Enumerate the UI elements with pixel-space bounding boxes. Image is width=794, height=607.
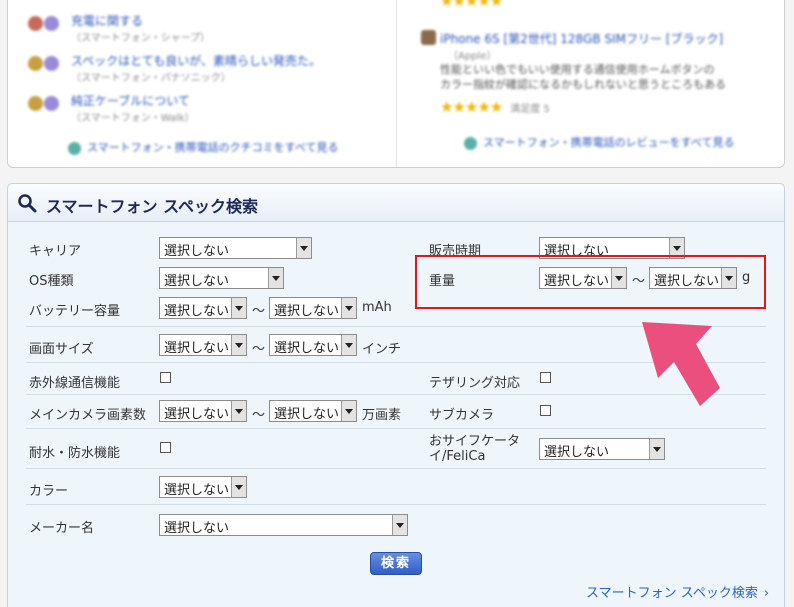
rating-meta: 満足度 5 xyxy=(510,104,550,115)
qa-title[interactable]: 純正ケーブルについて xyxy=(71,92,190,109)
maker-select[interactable]: 選択しない xyxy=(159,514,408,536)
felica-label-line: おサイフケータ xyxy=(429,434,521,449)
main-camera-min-select[interactable]: 選択しない xyxy=(159,400,247,422)
tethering-checkbox[interactable] xyxy=(540,372,551,383)
chevron-down-icon xyxy=(231,298,246,318)
main-camera-max-select[interactable]: 選択しない xyxy=(269,400,357,422)
maker-label: メーカー名 xyxy=(29,521,95,536)
row-divider xyxy=(26,428,766,429)
product-thumbnail[interactable] xyxy=(421,30,436,45)
panel-header: スマートフォン スペック検索 xyxy=(8,184,784,222)
chevron-down-icon xyxy=(649,439,664,459)
color-select-value: 選択しない xyxy=(164,483,230,498)
main-camera-max-value: 選択しない xyxy=(274,407,340,422)
chevron-down-icon xyxy=(231,401,246,421)
main-camera-min-value: 選択しない xyxy=(164,407,230,422)
review-text-line: カラー指紋が確認になるかもしれないと思うところもある xyxy=(440,78,726,91)
search-button[interactable]: 検索 xyxy=(370,552,422,575)
infrared-label: 赤外線通信機能 xyxy=(29,376,121,391)
chevron-down-icon xyxy=(341,335,356,355)
os-select[interactable]: 選択しない xyxy=(159,267,284,289)
review-title[interactable]: iPhone 6S [第2世代] 128GB SIMフリー [ブラック] xyxy=(440,30,723,47)
review-more-label: スマートフォン・携帯電話のレビューをすべて見る xyxy=(483,136,735,149)
battery-unit: mAh xyxy=(362,300,392,315)
felica-label-line: イ/FeliCa xyxy=(429,449,486,464)
qa-sub: （スマートフォン・シャープ） xyxy=(71,33,211,44)
battery-label: バッテリー容量 xyxy=(29,304,121,319)
row-divider xyxy=(26,468,766,469)
chevron-down-icon xyxy=(392,515,407,535)
top-divider xyxy=(396,0,397,167)
screen-max-value: 選択しない xyxy=(274,341,340,356)
battery-tilde: ～ xyxy=(252,304,266,319)
qa-avatar-icon xyxy=(28,96,68,112)
row-divider xyxy=(26,504,766,505)
review-text: 性能といい色でもいい使用する通信使用ホームボタンの カラー指紋が確認になるかもし… xyxy=(440,62,726,92)
waterproof-label: 耐水・防水機能 xyxy=(29,446,121,461)
screen-tilde: ～ xyxy=(252,342,266,357)
sub-camera-label: サブカメラ xyxy=(429,408,495,423)
qa-more-link[interactable]: スマートフォン・携帯電話のクチコミをすべて見る xyxy=(68,139,338,155)
screen-max-select[interactable]: 選択しない xyxy=(269,334,357,356)
stars-top: ★★★★★ xyxy=(440,0,503,10)
tethering-label: テザリング対応 xyxy=(429,376,521,391)
star-icons: ★★★★★ xyxy=(440,98,503,116)
main-camera-unit: 万画素 xyxy=(362,408,402,423)
top-card: 充電に関する （スマートフォン・シャープ） スペックはとても良いが、素晴らしい発… xyxy=(7,0,785,168)
main-camera-tilde: ～ xyxy=(252,408,266,423)
screen-unit: インチ xyxy=(362,342,402,357)
review-meta: （Apple） xyxy=(448,51,497,62)
battery-min-select[interactable]: 選択しない xyxy=(159,297,247,319)
chevron-down-icon xyxy=(296,238,311,258)
felica-label: おサイフケータ イ/FeliCa xyxy=(429,434,520,464)
screen-label: 画面サイズ xyxy=(29,342,94,357)
battery-min-value: 選択しない xyxy=(164,304,230,319)
carrier-select[interactable]: 選択しない xyxy=(159,237,312,259)
qa-avatar-icon xyxy=(28,56,68,72)
weight-highlight-box xyxy=(415,255,766,309)
qa-sub: （スマートフォン・パナソニック） xyxy=(71,73,231,84)
screen-min-value: 選択しない xyxy=(164,341,230,356)
carrier-label: キャリア xyxy=(29,244,82,259)
qa-title[interactable]: 充電に関する xyxy=(71,12,143,29)
chevron-down-icon xyxy=(231,477,246,497)
color-label: カラー xyxy=(29,484,69,499)
chevron-right-icon: › xyxy=(763,586,770,601)
qa-sub: （スマートフォン・Walk） xyxy=(71,113,195,124)
felica-select-value: 選択しない xyxy=(544,445,610,460)
os-label: OS種類 xyxy=(29,274,74,289)
sub-camera-checkbox[interactable] xyxy=(540,405,551,416)
review-more-link[interactable]: スマートフォン・携帯電話のレビューをすべて見る xyxy=(464,134,734,150)
page: 充電に関する （スマートフォン・シャープ） スペックはとても良いが、素晴らしい発… xyxy=(0,0,794,607)
chevron-down-icon xyxy=(341,401,356,421)
felica-select[interactable]: 選択しない xyxy=(539,438,665,460)
arrow-circle-icon xyxy=(464,136,477,150)
screen-min-select[interactable]: 選択しない xyxy=(159,334,247,356)
qa-avatar-icon xyxy=(28,16,68,32)
chevron-down-icon xyxy=(268,268,283,288)
pointer-arrow-icon xyxy=(642,322,720,406)
spec-search-link-label: スマートフォン スペック検索 xyxy=(586,586,758,601)
arrow-circle-icon xyxy=(68,141,81,155)
chevron-down-icon xyxy=(231,335,246,355)
panel-title: スマートフォン スペック検索 xyxy=(46,197,258,216)
main-camera-label: メインカメラ画素数 xyxy=(29,408,147,423)
battery-max-select[interactable]: 選択しない xyxy=(269,297,357,319)
color-select[interactable]: 選択しない xyxy=(159,476,247,498)
qa-title[interactable]: スペックはとても良いが、素晴らしい発売た。 xyxy=(71,52,321,69)
waterproof-checkbox[interactable] xyxy=(160,442,171,453)
search-icon xyxy=(18,194,37,213)
carrier-select-value: 選択しない xyxy=(164,244,230,259)
rating-stars: ★★★★★ 満足度 5 xyxy=(440,98,550,116)
qa-more-label: スマートフォン・携帯電話のクチコミをすべて見る xyxy=(87,141,339,154)
review-text-line: 性能といい色でもいい使用する通信使用ホームボタンの xyxy=(440,63,715,76)
os-select-value: 選択しない xyxy=(164,274,230,289)
infrared-checkbox[interactable] xyxy=(160,372,171,383)
battery-max-value: 選択しない xyxy=(274,304,340,319)
spec-search-link[interactable]: スマートフォン スペック検索 › xyxy=(586,582,769,601)
chevron-down-icon xyxy=(341,298,356,318)
maker-select-value: 選択しない xyxy=(164,521,230,536)
